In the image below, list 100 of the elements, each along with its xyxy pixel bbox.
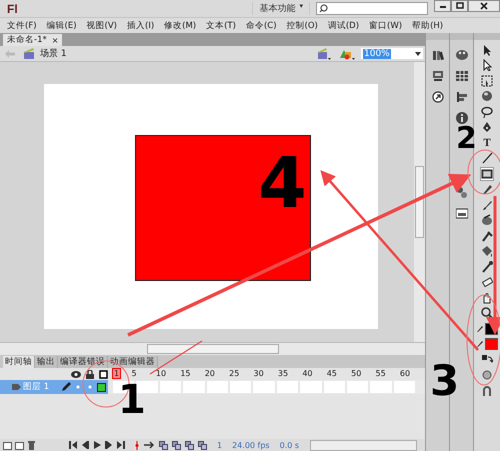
scene-label: 场景 1 (40, 48, 67, 60)
rectangle-icon[interactable] (481, 168, 493, 180)
dot-icon[interactable] (88, 385, 92, 389)
text-tool[interactable]: T (483, 136, 491, 148)
frame-rate-value[interactable]: 24.00 fps (232, 440, 270, 450)
app-logo: Fl (7, 2, 18, 16)
pencil-icon[interactable] (481, 183, 493, 195)
component-icon[interactable] (432, 70, 444, 82)
document-tab[interactable]: 未命名-1* × (3, 34, 62, 46)
dot-icon[interactable] (76, 385, 80, 389)
layer-color-swatch[interactable] (97, 382, 106, 392)
transform-icon[interactable] (481, 74, 493, 86)
pen-icon[interactable] (481, 121, 493, 133)
grid-icon[interactable] (456, 70, 468, 82)
menu-item[interactable]: 插入(I) (127, 20, 154, 32)
onion-outline-icon[interactable] (172, 440, 181, 450)
align-icon[interactable] (456, 91, 468, 103)
clapper-icon[interactable] (317, 48, 331, 60)
frame-number: 20 (204, 369, 215, 378)
frame-number: 60 (400, 369, 410, 378)
menu-item[interactable]: 命令(C) (246, 20, 277, 32)
frame-number: 1 (112, 368, 122, 379)
frame-number: 15 (180, 369, 190, 378)
play-icon[interactable] (93, 441, 101, 449)
bone-icon[interactable] (481, 230, 493, 242)
menu-item[interactable]: 文件(F) (7, 20, 37, 32)
menu-item[interactable]: 窗口(W) (369, 20, 402, 32)
snap-icon[interactable] (481, 369, 493, 381)
library-icon[interactable] (432, 49, 444, 61)
frame-number: 30 (254, 369, 264, 378)
loop-icon[interactable] (143, 441, 155, 449)
search-field[interactable] (316, 2, 428, 15)
pencil-icon[interactable] (61, 382, 71, 392)
selection-arrow-icon[interactable] (481, 44, 493, 56)
frame-number: 5 (132, 369, 137, 378)
onion-skin-icon[interactable] (159, 440, 168, 450)
current-frame-value[interactable]: 1 (217, 440, 222, 450)
frame-number: 50 (351, 369, 362, 378)
folder-icon[interactable] (15, 440, 24, 450)
handwritten-number: 2 (456, 124, 477, 154)
frame-number: 10 (156, 369, 166, 378)
close-tab-button[interactable]: × (52, 36, 58, 44)
menu-item[interactable]: 调试(D) (328, 20, 360, 32)
last-frame-icon[interactable] (117, 441, 125, 449)
panel-tab[interactable]: 输出 (35, 356, 58, 368)
close-button[interactable] (468, 0, 500, 12)
close-icon (478, 1, 490, 11)
playhead-icon[interactable] (135, 440, 139, 450)
maximize-button[interactable] (451, 0, 468, 12)
panel-tab[interactable]: 时间轴 (3, 356, 35, 368)
markers-icon[interactable] (198, 440, 207, 450)
step-back-icon[interactable] (81, 441, 89, 449)
frame-number: 35 (278, 369, 288, 378)
zoom-icon[interactable] (481, 307, 493, 319)
swap-colors-icon[interactable] (481, 354, 493, 366)
subselection-arrow-icon[interactable] (481, 59, 493, 71)
lock-icon[interactable] (86, 370, 94, 378)
magnet-icon[interactable] (481, 384, 493, 396)
palette-icon[interactable] (456, 49, 468, 61)
handwritten-number: 1 (118, 380, 146, 420)
project-icon[interactable] (456, 207, 468, 219)
line-icon[interactable] (481, 152, 493, 164)
timeline-scrollbar[interactable] (310, 440, 417, 450)
frame-number: 40 (302, 369, 312, 378)
vertical-scrollbar[interactable] (414, 62, 425, 342)
edit-frames-icon[interactable] (185, 440, 194, 450)
outline-square-icon[interactable] (99, 370, 108, 378)
frame-number: 25 (229, 369, 240, 378)
minimize-button[interactable] (434, 0, 451, 12)
pencil-icon[interactable] (476, 324, 484, 332)
info-icon[interactable] (456, 112, 468, 124)
menu-item[interactable]: 编辑(E) (46, 20, 77, 32)
frame-number: 55 (376, 369, 386, 378)
clapper-icon (23, 48, 35, 59)
layer-icon (12, 383, 21, 391)
lasso-icon[interactable] (481, 106, 493, 118)
menu-item[interactable]: 帮助(H) (412, 20, 444, 32)
caret-icon (415, 52, 421, 56)
elapsed-time-value: 0.0 s (280, 440, 300, 450)
brush-icon[interactable] (481, 198, 493, 210)
search-icon (319, 4, 328, 13)
maximize-icon (454, 1, 466, 11)
handwritten-number: 4 (258, 148, 307, 218)
eyedropper-icon[interactable] (481, 260, 493, 272)
sphere-icon[interactable] (481, 90, 493, 102)
menu-item[interactable]: 文本(T) (206, 20, 236, 32)
eraser-icon[interactable] (481, 276, 493, 288)
menu-item[interactable]: 视图(V) (86, 20, 117, 32)
handwritten-number: 3 (430, 360, 460, 402)
horizontal-scrollbar[interactable] (0, 342, 425, 355)
step-forward-icon[interactable] (105, 441, 113, 449)
motion-icon[interactable] (432, 91, 444, 103)
first-frame-icon[interactable] (69, 441, 77, 449)
eye-icon[interactable] (71, 370, 81, 378)
shapes-icon[interactable] (339, 48, 355, 60)
trash-icon[interactable] (27, 440, 36, 450)
new-layer-icon[interactable] (3, 440, 12, 450)
menu-item[interactable]: 修改(M) (164, 20, 196, 32)
fill-color-swatch[interactable] (485, 338, 498, 350)
menu-item[interactable]: 控制(O) (286, 20, 318, 32)
